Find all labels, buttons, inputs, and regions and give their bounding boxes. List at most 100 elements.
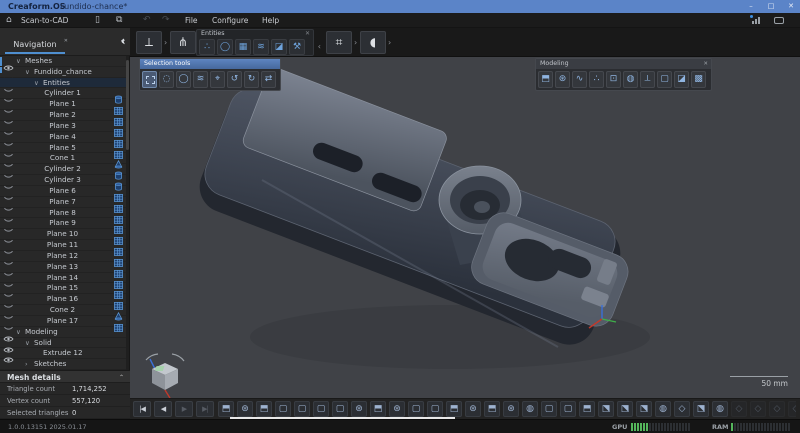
maximize-button[interactable]: □ <box>766 0 776 13</box>
loft-tool[interactable]: ◍ <box>623 71 638 88</box>
extrude-operation-icon[interactable]: ⬒ <box>218 401 234 417</box>
tab-close-icon[interactable]: ✕ <box>64 32 68 50</box>
surface-fit-tool[interactable]: ◖ <box>360 31 386 54</box>
tree-item-cylinder-1[interactable]: Cylinder 1 <box>0 88 127 99</box>
circle-select[interactable]: ◯ <box>176 71 191 88</box>
chevron-right-icon[interactable]: › <box>388 38 391 47</box>
tree-scrollbar[interactable] <box>126 56 129 370</box>
revolve-operation-icon[interactable]: ⊛ <box>351 401 367 417</box>
tree-item-plane-5[interactable]: Plane 5 <box>0 143 127 154</box>
extrude-operation-icon[interactable]: ⬒ <box>484 401 500 417</box>
extrude-operation-icon[interactable]: ⬒ <box>579 401 595 417</box>
tree-item-plane-12[interactable]: Plane 12 <box>0 251 127 262</box>
layer-select[interactable]: ≋ <box>193 71 208 88</box>
group-options-icon[interactable]: ✕ <box>305 30 310 38</box>
toolbar-collapse-icon[interactable]: ‹ <box>121 35 126 48</box>
tree-item-plane-8[interactable]: Plane 8 <box>0 208 127 219</box>
cube-operation-icon[interactable]: ◇ <box>731 401 747 417</box>
plane-entity-tool[interactable]: ▦ <box>235 39 251 55</box>
tree-item-cylinder-2[interactable]: Cylinder 2 <box>0 164 127 175</box>
circle-entity-tool[interactable]: ◯ <box>217 39 233 55</box>
module-label[interactable]: Scan-to-CAD <box>21 13 68 28</box>
redo-icon[interactable]: ↷ <box>162 13 170 28</box>
tree-item-plane-17[interactable]: Plane 17 <box>0 316 127 327</box>
mirror-tool[interactable]: ⟂ <box>640 71 655 88</box>
tree-item-sketches[interactable]: ›Sketches <box>0 359 127 370</box>
palette-close-icon[interactable]: ✕ <box>703 59 708 69</box>
surface-stack-tool[interactable]: ≋ <box>253 39 269 55</box>
fillet-operation-icon[interactable]: ▢ <box>408 401 424 417</box>
extrude-operation-icon[interactable]: ⬒ <box>446 401 462 417</box>
rotate-left-select[interactable]: ↺ <box>227 71 242 88</box>
close-button[interactable]: ✕ <box>786 0 796 13</box>
menu-help[interactable]: Help <box>262 13 279 28</box>
chevron-right-icon[interactable]: › <box>164 38 167 47</box>
palette-title[interactable]: Selection tools <box>140 59 280 69</box>
fillet-operation-icon[interactable]: ▢ <box>294 401 310 417</box>
undo-icon[interactable]: ↶ <box>143 13 151 28</box>
wireframe-tool[interactable]: ⌗ <box>326 31 352 54</box>
step-forward-button[interactable]: ▶ <box>175 401 193 417</box>
tree-item-plane-11[interactable]: Plane 11 <box>0 240 127 251</box>
group-collapse-icon[interactable]: ‹ <box>318 42 321 51</box>
revolve-operation-icon[interactable]: ⊛ <box>389 401 405 417</box>
loft-operation-icon[interactable]: ◍ <box>655 401 671 417</box>
chevron-down-icon[interactable]: ∨ <box>34 78 39 88</box>
minimize-button[interactable]: – <box>746 0 756 13</box>
extract-plane-tool[interactable]: ◪ <box>271 39 287 55</box>
mesh-cleanup-tool[interactable]: ⟂ <box>136 31 162 54</box>
skip-start-button[interactable]: |◀ <box>133 401 151 417</box>
cube-operation-icon[interactable]: ◇ <box>788 401 796 417</box>
tree-item-plane-15[interactable]: Plane 15 <box>0 283 127 294</box>
tree-item-plane-1[interactable]: Plane 1 <box>0 99 127 110</box>
tree-item-plane-6[interactable]: Plane 6 <box>0 186 127 197</box>
primitives-tool[interactable]: ∴ <box>199 39 215 55</box>
tree-item-modeling[interactable]: ∨Modeling <box>0 327 127 338</box>
chevron-right-icon[interactable]: › <box>354 38 357 47</box>
tree-item-meshes[interactable]: ∨Meshes <box>0 56 127 67</box>
fillet-operation-icon[interactable]: ▢ <box>541 401 557 417</box>
align-tool[interactable]: ⋔ <box>170 31 196 54</box>
menu-configure[interactable]: Configure <box>212 13 248 28</box>
tree-item-solid[interactable]: ∨Solid <box>0 338 127 349</box>
tree-item-fundido_chance[interactable]: ∨Fundido_chance <box>0 67 127 78</box>
push-pull-tool[interactable]: ⊡ <box>606 71 621 88</box>
cube-operation-icon[interactable]: ◇ <box>674 401 690 417</box>
chevron-down-icon[interactable]: ∨ <box>16 56 21 66</box>
sweep-tool[interactable]: ∿ <box>572 71 587 88</box>
cut-operation-icon[interactable]: ⬔ <box>617 401 633 417</box>
fillet-operation-icon[interactable]: ▢ <box>332 401 348 417</box>
tree-item-plane-2[interactable]: Plane 2 <box>0 110 127 121</box>
chevron-down-icon[interactable]: ∨ <box>16 327 21 337</box>
step-back-button[interactable]: ◀ <box>154 401 172 417</box>
tree-item-plane-7[interactable]: Plane 7 <box>0 197 127 208</box>
home-icon[interactable]: ⌂ <box>6 13 12 28</box>
viewport-3d[interactable]: Selection tools ◌◯≋⌖↺↻⇄ Modeling ✕ ⬒⊛∿∴⊡… <box>130 57 800 398</box>
extrude-operation-icon[interactable]: ⬒ <box>370 401 386 417</box>
revolve-operation-icon[interactable]: ⊛ <box>503 401 519 417</box>
cad-model[interactable] <box>130 57 800 398</box>
tab-navigation[interactable]: Navigation ✕ <box>5 36 65 54</box>
chevron-down-icon[interactable]: ∨ <box>25 338 30 348</box>
mesh-details-header[interactable]: Mesh details ⌃ <box>0 370 130 383</box>
tree-item-cylinder-3[interactable]: Cylinder 3 <box>0 175 127 186</box>
revolve-operation-icon[interactable]: ⊛ <box>237 401 253 417</box>
fillet-tool[interactable]: ▢ <box>657 71 672 88</box>
revolve-tool[interactable]: ⊛ <box>555 71 570 88</box>
rectangle-select[interactable] <box>142 71 157 88</box>
fillet-operation-icon[interactable]: ▢ <box>560 401 576 417</box>
mirror-select[interactable]: ⇄ <box>261 71 276 88</box>
extrude-tool[interactable]: ⬒ <box>538 71 553 88</box>
freeform-select[interactable]: ◌ <box>159 71 174 88</box>
feedback-chat-icon[interactable] <box>774 17 784 24</box>
fillet-operation-icon[interactable]: ▢ <box>275 401 291 417</box>
chevron-right-icon[interactable]: › <box>25 359 28 369</box>
cube-operation-icon[interactable]: ◇ <box>769 401 785 417</box>
palette-title[interactable]: Modeling ✕ <box>536 59 711 69</box>
chevron-down-icon[interactable]: ∨ <box>25 67 30 77</box>
skip-end-button[interactable]: ▶| <box>196 401 214 417</box>
cut-operation-icon[interactable]: ⬔ <box>693 401 709 417</box>
cut-operation-icon[interactable]: ⬔ <box>636 401 652 417</box>
view-cube[interactable] <box>138 352 190 398</box>
cube-operation-icon[interactable]: ◇ <box>750 401 766 417</box>
